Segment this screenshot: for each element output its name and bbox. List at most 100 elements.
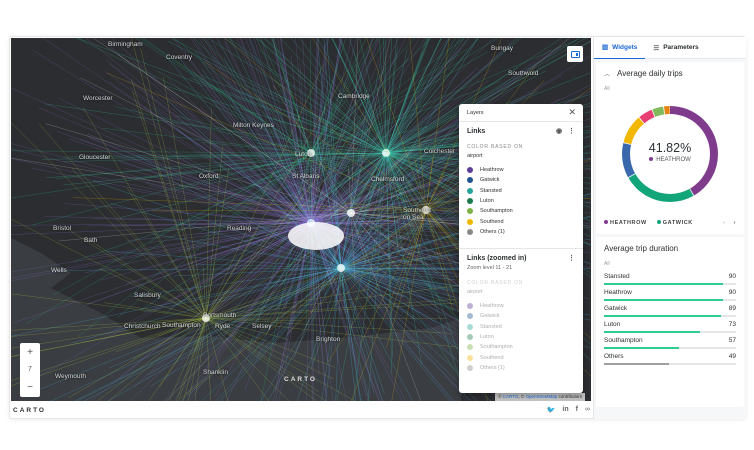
donut-chart[interactable]: 41.82% HEATHROW [610, 94, 730, 214]
row-label: Gatwick [604, 305, 628, 312]
legend-item: Heathrow [467, 165, 575, 175]
city-label: Cambridge [338, 93, 370, 100]
city-label: Birmingham [108, 41, 143, 48]
bar-track [604, 283, 736, 285]
airport-hub [337, 264, 345, 272]
link-icon[interactable]: ∞ [585, 406, 590, 414]
sea-area [11, 278, 461, 401]
legend-item: Gatwick [467, 175, 575, 185]
city-label: on Sea [403, 214, 424, 221]
row-value: 73 [728, 321, 736, 328]
city-label: Luton [295, 151, 312, 158]
bar-fill [604, 347, 680, 349]
row-label: Others [604, 353, 624, 360]
row-label: Southampton [604, 337, 643, 344]
bar-fill [604, 363, 669, 365]
city-label: Worcester [83, 95, 113, 102]
layers-panel: Layers ✕ Links ◉ ⋮ COLOR BASED ON airport … [459, 104, 583, 393]
link-line [409, 38, 427, 211]
legend-item: Southend [467, 216, 575, 226]
city-label: Chelmsford [371, 176, 405, 183]
city-label: Bath [84, 237, 98, 244]
row-label: Heathrow [604, 289, 632, 296]
linkedin-icon[interactable]: in [562, 406, 568, 414]
bar-fill [604, 283, 723, 285]
bar-fill [604, 315, 722, 317]
bar-row[interactable]: Luton 73 [604, 321, 736, 333]
legend-toggle-button[interactable] [567, 46, 583, 62]
city-label: Wells [51, 267, 67, 274]
more-icon[interactable]: ⋮ [568, 254, 575, 262]
bar-track [604, 331, 736, 333]
bar-row[interactable]: Heathrow 90 [604, 289, 736, 301]
widget-title: Average daily trips [617, 69, 683, 78]
carto-watermark: CARTO [284, 376, 317, 383]
more-icon[interactable]: ⋮ [568, 128, 575, 135]
legend-item: Others (1) [467, 227, 575, 237]
bar-row[interactable]: Gatwick 89 [604, 305, 736, 317]
color-swatch [467, 187, 473, 194]
color-swatch [467, 218, 473, 225]
carto-link[interactable]: CARTO [503, 394, 519, 399]
layer-title: Links (zoomed in) [467, 254, 527, 262]
link-line [310, 38, 312, 154]
color-swatch [467, 228, 473, 235]
legend-item: Stansted [467, 322, 575, 332]
filter-label: All [604, 86, 610, 92]
donut-value: 41.82% [648, 141, 692, 155]
legend-item: Luton [467, 196, 575, 206]
next-icon[interactable]: › [734, 220, 736, 226]
donut-label: HEATHROW [656, 157, 691, 163]
color-swatch [467, 303, 473, 310]
tab-parameters[interactable]: ☰ Parameters [645, 37, 706, 59]
facebook-icon[interactable]: f [576, 406, 578, 414]
zoom-out-button[interactable]: − [27, 382, 33, 393]
close-icon[interactable]: ✕ [568, 107, 576, 118]
bar-track [604, 315, 736, 317]
color-swatch [467, 177, 473, 184]
chart-icon: ▥ [602, 44, 609, 51]
city-label: Bungay [491, 45, 514, 52]
legend-item: Luton [467, 332, 575, 342]
bar-track [604, 299, 736, 301]
bar-track [604, 347, 736, 349]
row-label: Stansted [604, 273, 630, 280]
airport-hub [382, 149, 390, 157]
tab-widgets[interactable]: ▥ Widgets [594, 37, 646, 59]
city-label: Brighton [316, 336, 341, 343]
prev-icon[interactable]: ‹ [723, 220, 725, 226]
color-swatch [467, 208, 473, 215]
link-line [82, 107, 207, 319]
city-label: Shanklin [203, 369, 228, 376]
legend-icon [570, 50, 580, 58]
bar-row[interactable]: Stansted 90 [604, 273, 736, 285]
city-label: Gloucester [79, 154, 111, 161]
city-label: Southampton [162, 322, 201, 329]
legend-heathrow[interactable]: HEATHROW [604, 220, 647, 226]
london-hub [288, 222, 344, 250]
color-swatch [467, 344, 473, 351]
map[interactable]: Birmingham Coventry Bungay Southwold Worcest… [11, 38, 591, 401]
eye-icon[interactable]: ◉ [556, 128, 562, 135]
twitter-icon[interactable]: 🐦 [547, 406, 556, 414]
color-attribute: airport [467, 153, 483, 159]
legend-item: Stansted [467, 186, 575, 196]
color-swatch [467, 198, 473, 205]
legend-item: Southampton [467, 206, 575, 216]
app-window: Birmingham Coventry Bungay Southwold Worcest… [9, 36, 746, 419]
legend-item: Gatwick [467, 311, 575, 321]
link-line [80, 77, 352, 214]
row-value: 57 [728, 337, 736, 344]
color-attribute: airport [467, 289, 483, 295]
bar-row[interactable]: Southampton 57 [604, 337, 736, 349]
color-based-on-label: COLOR BASED ON [467, 144, 524, 150]
collapse-icon[interactable]: ︿ [604, 69, 610, 78]
zoom-range: Zoom level 11 - 21 [467, 265, 513, 271]
sliders-icon: ☰ [653, 44, 660, 52]
city-label: Reading [227, 225, 252, 232]
widget-trip-duration: Average trip duration All Stansted 90 Heat… [596, 237, 744, 407]
legend-gatwick[interactable]: GATWICK [656, 220, 693, 226]
osm-link[interactable]: OpenStreetMap [525, 394, 557, 399]
zoom-in-button[interactable]: + [27, 347, 33, 358]
bar-row[interactable]: Others 49 [604, 353, 736, 365]
